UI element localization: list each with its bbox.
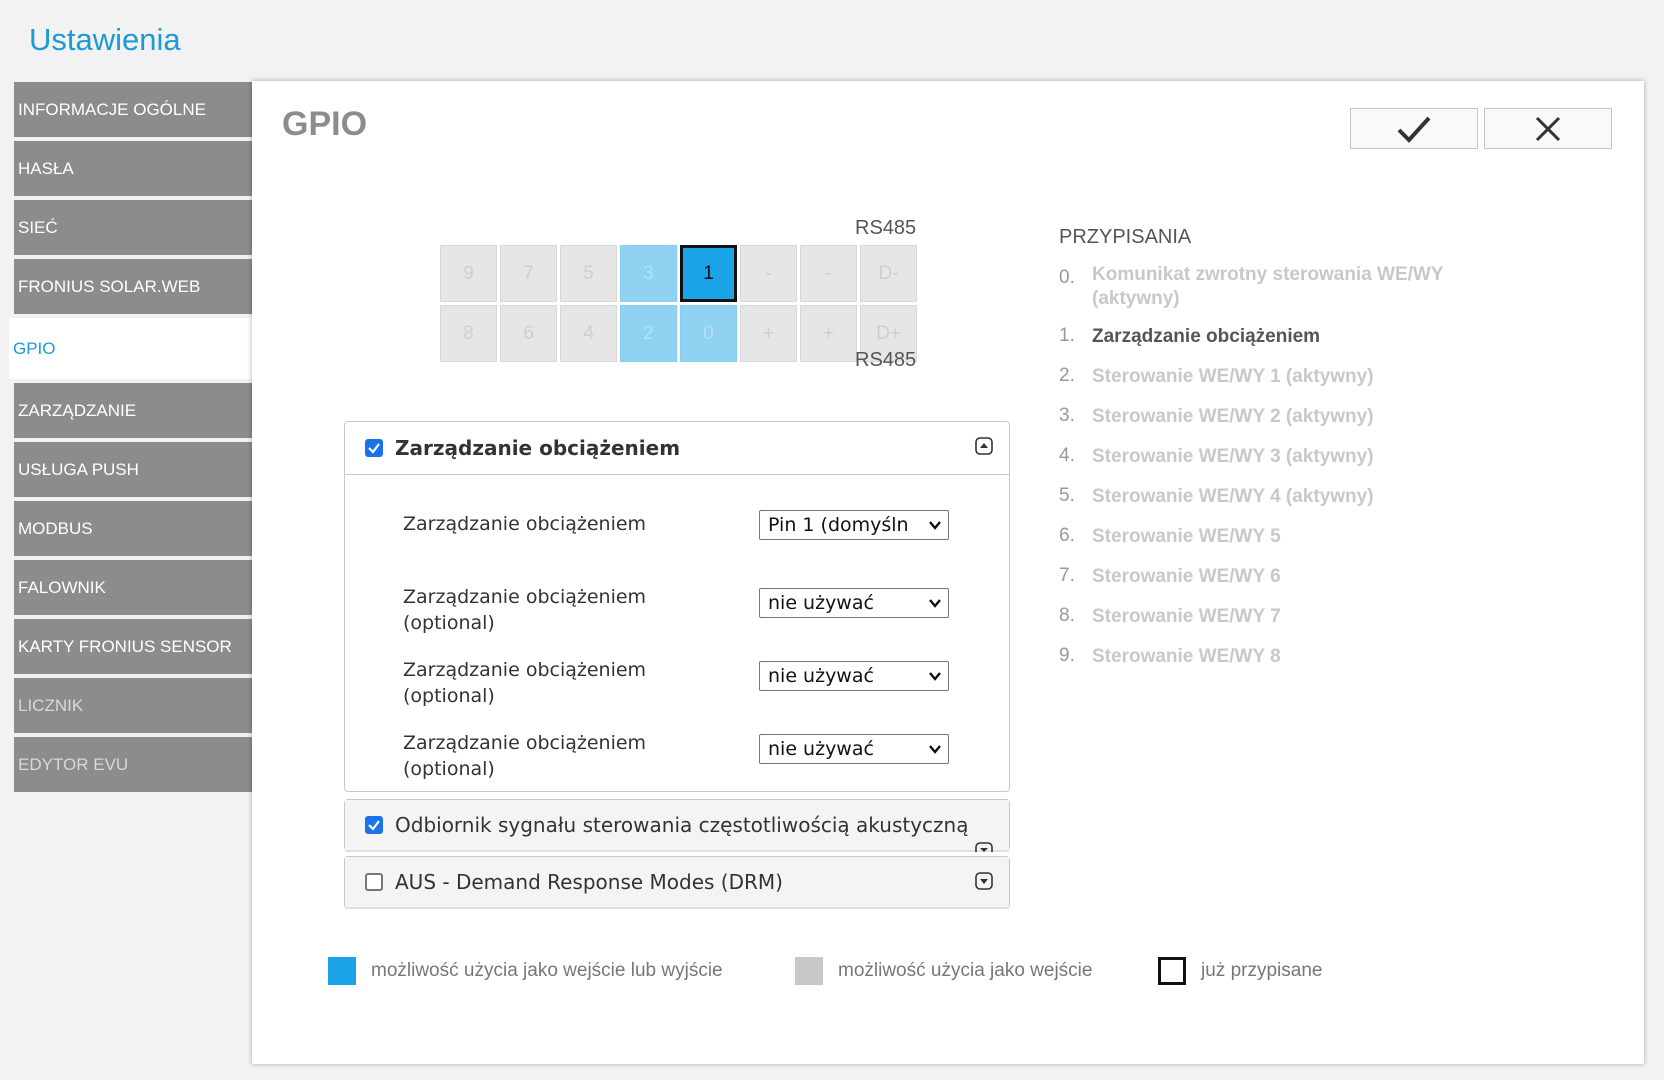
load-row-1: Zarządzanie obciążeniem Pin 1 (domyśln	[345, 499, 1009, 572]
sidebar-item-meter[interactable]: LICZNIK	[14, 678, 253, 733]
sidebar-item-modbus[interactable]: MODBUS	[14, 501, 253, 556]
pin-3[interactable]: 3	[620, 245, 677, 302]
drm-header: AUS - Demand Response Modes (DRM)	[345, 857, 1009, 909]
collapse-icon[interactable]	[975, 437, 993, 455]
confirm-button[interactable]	[1350, 108, 1478, 149]
gpio-connector: 9 7 5 3 1 - - D- 8 6 4 2 0 + + D+	[440, 245, 917, 362]
load-row-2-label: Zarządzanie obciążeniem (optional)	[403, 586, 647, 634]
pin-7[interactable]: 7	[500, 245, 557, 302]
rs485-top-label: RS485	[855, 217, 917, 239]
pin-plus-2[interactable]: +	[800, 305, 857, 362]
drm-title: AUS - Demand Response Modes (DRM)	[395, 870, 783, 894]
load-row-3-label: Zarządzanie obciążeniem (optional)	[403, 659, 647, 707]
legend-io: możliwość użycia jako wejście lub wyjści…	[328, 957, 723, 985]
app-title: Ustawienia	[29, 22, 181, 57]
settings-panel: GPIO RS485 9 7 5 3 1 - - D- 8 6 4 2 0 + …	[252, 81, 1644, 1064]
cancel-button[interactable]	[1484, 108, 1612, 149]
rs485-bottom-label: RS485	[855, 349, 917, 371]
sidebar-item-passwords[interactable]: HASŁA	[14, 141, 253, 196]
legend-assigned-swatch	[1158, 957, 1186, 985]
load-row-2-select[interactable]: nie używać	[759, 588, 949, 618]
drm-card: AUS - Demand Response Modes (DRM)	[344, 856, 1010, 909]
load-row-2: Zarządzanie obciążeniem (optional) nie u…	[345, 572, 1009, 645]
close-icon	[1535, 116, 1561, 141]
pin-0[interactable]: 0	[680, 305, 737, 362]
sidebar-item-management[interactable]: ZARZĄDZANIE	[14, 383, 253, 438]
pin-5[interactable]: 5	[560, 245, 617, 302]
chevron-down-icon	[929, 521, 941, 530]
legend-io-swatch	[328, 957, 356, 985]
sidebar-item-network[interactable]: SIEĆ	[14, 200, 253, 255]
legend-input-swatch	[795, 957, 823, 985]
legend-assigned: już przypisane	[1158, 957, 1322, 985]
sidebar-item-evu-editor[interactable]: EDYTOR EVU	[14, 737, 253, 792]
pin-d-minus[interactable]: D-	[860, 245, 917, 302]
chevron-down-icon	[929, 672, 941, 681]
ripple-control-title: Odbiornik sygnału sterowania częstotliwo…	[395, 813, 969, 837]
sidebar-item-solar-web[interactable]: FRONIUS SOLAR.WEB	[14, 259, 253, 314]
pin-8[interactable]: 8	[440, 305, 497, 362]
assignments-title: PRZYPISANIA	[1059, 226, 1192, 248]
chevron-down-icon	[929, 745, 941, 754]
load-row-3: Zarządzanie obciążeniem (optional) nie u…	[345, 645, 1009, 718]
legend-io-label: możliwość użycia jako wejście lub wyjści…	[371, 960, 723, 981]
load-row-1-select[interactable]: Pin 1 (domyśln	[759, 510, 949, 540]
load-management-card: Zarządzanie obciążeniem Zarządzanie obci…	[344, 421, 1010, 792]
expand-icon[interactable]	[975, 872, 993, 890]
pin-minus-2[interactable]: -	[800, 245, 857, 302]
expand-icon[interactable]	[975, 842, 993, 852]
load-management-title: Zarządzanie obciążeniem	[395, 436, 681, 460]
legend-assigned-label: już przypisane	[1201, 960, 1323, 981]
pin-1[interactable]: 1	[680, 245, 737, 302]
load-row-3-select[interactable]: nie używać	[759, 661, 949, 691]
legend-input: możliwość użycia jako wejście	[795, 957, 1092, 985]
ripple-control-checkbox[interactable]	[365, 816, 383, 834]
pin-minus-1[interactable]: -	[740, 245, 797, 302]
page-title: GPIO	[282, 105, 368, 143]
pin-2[interactable]: 2	[620, 305, 677, 362]
load-management-checkbox[interactable]	[365, 439, 383, 457]
pin-6[interactable]: 6	[500, 305, 557, 362]
legend-input-label: możliwość użycia jako wejście	[838, 960, 1093, 981]
sidebar-item-push-service[interactable]: USŁUGA PUSH	[14, 442, 253, 497]
sidebar-item-gpio[interactable]: GPIO	[9, 318, 253, 379]
load-management-body: Zarządzanie obciążeniem Pin 1 (domyśln Z…	[345, 474, 1009, 791]
load-row-4: Zarządzanie obciążeniem (optional) nie u…	[345, 718, 1009, 791]
load-row-4-select[interactable]: nie używać	[759, 734, 949, 764]
sidebar-nav: INFORMACJE OGÓLNE HASŁA SIEĆ FRONIUS SOL…	[9, 82, 253, 796]
chevron-down-icon	[929, 599, 941, 608]
pin-4[interactable]: 4	[560, 305, 617, 362]
drm-checkbox[interactable]	[365, 873, 383, 891]
check-icon	[368, 820, 380, 831]
ripple-control-card: Odbiornik sygnału sterowania częstotliwo…	[344, 799, 1010, 852]
load-row-1-label: Zarządzanie obciążeniem	[403, 513, 647, 535]
load-management-header: Zarządzanie obciążeniem	[345, 422, 1009, 474]
sidebar-item-inverter[interactable]: FALOWNIK	[14, 560, 253, 615]
pin-plus-1[interactable]: +	[740, 305, 797, 362]
load-row-4-label: Zarządzanie obciążeniem (optional)	[403, 732, 647, 780]
sidebar-item-general-info[interactable]: INFORMACJE OGÓLNE	[14, 82, 253, 137]
sidebar-item-sensor-cards[interactable]: KARTY FRONIUS SENSOR	[14, 619, 253, 674]
ripple-control-header: Odbiornik sygnału sterowania częstotliwo…	[345, 800, 1009, 852]
check-icon	[368, 443, 380, 454]
pin-9[interactable]: 9	[440, 245, 497, 302]
checkmark-icon	[1397, 116, 1431, 143]
